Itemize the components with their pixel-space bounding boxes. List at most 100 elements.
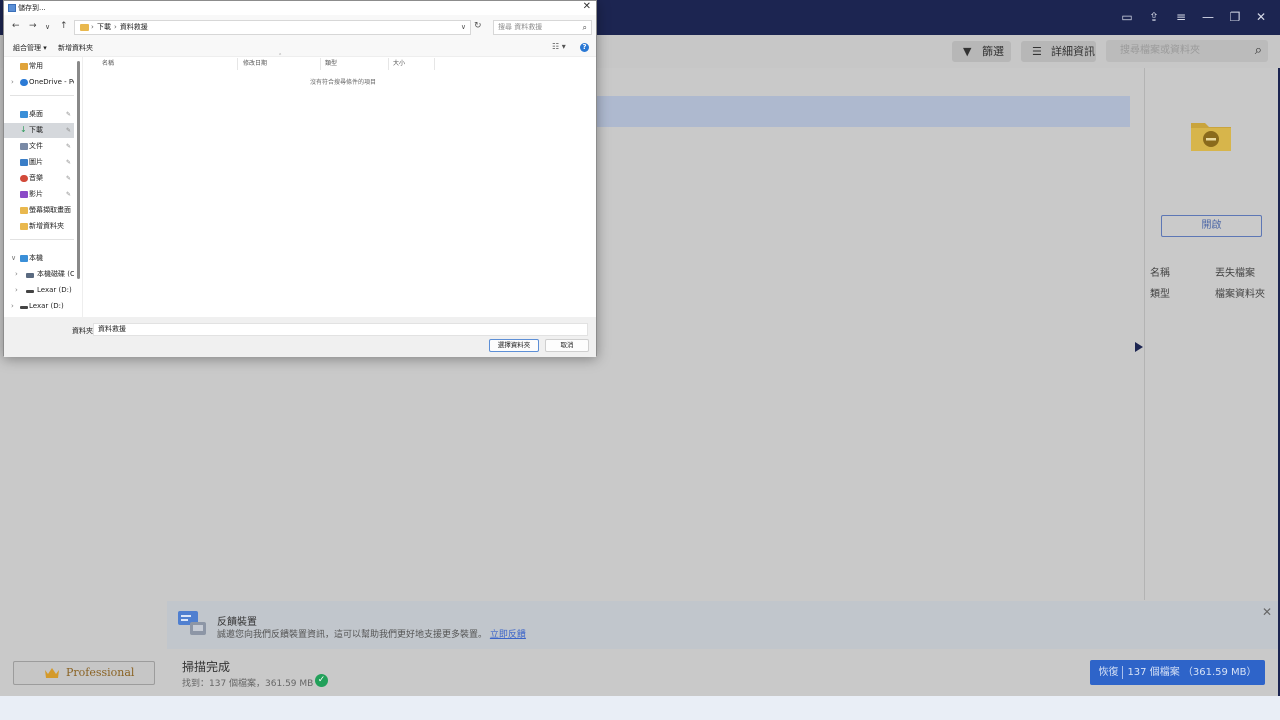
nav-item-label: 新增資料夾	[29, 222, 64, 230]
filter-button[interactable]: ▼ 篩選	[952, 41, 1011, 62]
nav-item-documents[interactable]: 文件 ✎	[4, 139, 74, 154]
drive-icon	[26, 273, 34, 278]
professional-button[interactable]: Professional	[13, 661, 155, 685]
view-options-icon[interactable]: ☷ ▾	[552, 42, 566, 51]
back-arrow-icon[interactable]: ←	[12, 21, 20, 31]
breadcrumb-chevron-icon: ›	[91, 23, 94, 31]
cloud-icon	[20, 79, 28, 86]
nav-item-desktop[interactable]: 桌面 ✎	[4, 107, 74, 122]
nav-item-label: Lexar (D:)	[29, 302, 64, 310]
forward-arrow-icon[interactable]: →	[29, 21, 37, 31]
chat-icon[interactable]: ▭	[1119, 9, 1135, 25]
file-search-placeholder: 搜尋檔案或資料夾	[1120, 45, 1200, 56]
recover-button[interactable]: 恢復 137 個檔案 （361.59 MB）	[1090, 660, 1265, 685]
folder-input[interactable]: 資料救援	[93, 323, 588, 336]
new-folder-button[interactable]: 新增資料夾	[58, 43, 93, 53]
drive-icon	[20, 306, 28, 309]
nav-item-pictures[interactable]: 圖片 ✎	[4, 155, 74, 170]
feedback-link[interactable]: 立即反饋	[490, 630, 526, 640]
dialog-close-icon[interactable]: ✕	[583, 1, 591, 12]
close-icon[interactable]: ✕	[1262, 605, 1272, 619]
breadcrumb-current[interactable]: 資料救援	[120, 23, 148, 31]
nav-scrollbar[interactable]	[77, 61, 80, 279]
prop-name-value: 丟失檔案	[1215, 268, 1255, 279]
nav-item-drive-c[interactable]: › 本機磁碟 (C:)	[4, 267, 74, 282]
nav-item-screenshots[interactable]: 螢幕擷取畫面	[4, 203, 74, 218]
pin-icon[interactable]: ✎	[66, 187, 71, 202]
nav-item-label: 文件	[29, 142, 43, 150]
filter-icon: ▼	[963, 45, 972, 58]
nav-item-new-folder[interactable]: 新增資料夾	[4, 219, 74, 234]
selected-row[interactable]	[596, 96, 1130, 127]
nav-item-videos[interactable]: 影片 ✎	[4, 187, 74, 202]
upload-icon[interactable]: ⇪	[1146, 9, 1162, 25]
nav-item-onedrive[interactable]: › OneDrive - Per	[4, 75, 74, 90]
list-icon: ☰	[1032, 45, 1042, 58]
column-header-modified[interactable]: 修改日期	[239, 58, 321, 70]
scan-status-title: 掃描完成	[182, 660, 231, 674]
nav-divider	[10, 239, 74, 240]
dialog-search-placeholder: 搜尋 資料救援	[498, 23, 543, 31]
nav-item-music[interactable]: 音樂 ✎	[4, 171, 74, 186]
search-icon[interactable]: ⌕	[1255, 40, 1262, 62]
pin-icon[interactable]: ✎	[66, 171, 71, 186]
nav-item-this-pc[interactable]: ∨ 本機	[4, 251, 74, 266]
expand-chevron-icon[interactable]: ›	[15, 267, 18, 282]
pin-icon[interactable]: ✎	[66, 155, 71, 170]
column-header-type[interactable]: 類型	[321, 58, 389, 70]
pin-icon[interactable]: ✎	[66, 107, 71, 122]
expand-chevron-icon[interactable]: ›	[15, 283, 18, 298]
feedback-device-icon	[178, 611, 206, 635]
address-dropdown-icon[interactable]: ∨	[461, 21, 466, 34]
nav-item-label: 影片	[29, 190, 43, 198]
picture-icon	[20, 159, 28, 166]
scan-status-detail: 找到：137 個檔案，361.59 MB	[182, 679, 314, 689]
pin-icon[interactable]: ✎	[66, 139, 71, 154]
expand-chevron-icon[interactable]: ›	[11, 299, 14, 314]
nav-item-home[interactable]: 常用	[4, 59, 74, 74]
open-button[interactable]: 開啟	[1161, 215, 1262, 237]
dialog-command-bar: 組合管理 ▾ 新增資料夾 ☷ ▾ ?	[4, 39, 596, 57]
folder-icon	[1191, 123, 1231, 151]
expand-arrow-icon[interactable]	[1135, 342, 1143, 352]
expand-chevron-icon[interactable]: ›	[11, 75, 14, 90]
nav-item-drive-d-root[interactable]: › Lexar (D:)	[4, 299, 74, 314]
history-chevron-icon[interactable]: ∨	[45, 23, 50, 31]
up-arrow-icon[interactable]: ↑	[60, 21, 68, 31]
breadcrumb-root[interactable]: 下載	[97, 23, 111, 31]
computer-icon	[20, 255, 28, 262]
nav-item-drive-d[interactable]: › Lexar (D:)	[4, 283, 74, 298]
details-button[interactable]: ☰ 詳細資訊	[1021, 41, 1096, 62]
nav-item-downloads[interactable]: ↓ 下載 ✎	[4, 123, 74, 138]
restore-icon[interactable]: ❐	[1227, 9, 1243, 25]
organize-menu[interactable]: 組合管理 ▾	[13, 43, 47, 53]
navigation-pane: 常用 › OneDrive - Per 桌面 ✎ ↓ 下載 ✎ 文件 ✎ 圖片 …	[4, 57, 82, 317]
file-search-input[interactable]: 搜尋檔案或資料夾 ⌕	[1106, 40, 1268, 62]
refresh-icon[interactable]: ↻	[474, 21, 482, 31]
crown-icon	[45, 668, 59, 678]
menu-icon[interactable]: ≡	[1173, 9, 1189, 25]
empty-list-message: 沒有符合搜尋條件的項目	[309, 79, 376, 86]
address-bar[interactable]: › 下載 › 資料救援 ∨	[74, 20, 471, 35]
prop-name-key: 名稱	[1150, 268, 1170, 279]
nav-item-label: 常用	[29, 62, 43, 70]
collapse-chevron-icon[interactable]: ∨	[11, 251, 16, 266]
select-folder-button[interactable]: 選擇資料夾	[489, 339, 539, 352]
column-header-name[interactable]: 名稱	[98, 58, 238, 70]
dialog-search-input[interactable]: 搜尋 資料救援 ⌕	[493, 20, 592, 35]
nav-item-label: 本機	[29, 254, 43, 262]
close-icon[interactable]: ✕	[1253, 9, 1269, 25]
minimize-icon[interactable]: —	[1200, 9, 1216, 25]
search-icon[interactable]: ⌕	[583, 21, 587, 34]
feedback-title: 反饋裝置	[217, 617, 257, 628]
column-header-size[interactable]: 大小	[389, 58, 435, 70]
folder-icon	[20, 223, 28, 230]
details-label: 詳細資訊	[1051, 45, 1095, 58]
nav-item-label: 圖片	[29, 158, 43, 166]
dialog-app-icon	[8, 4, 16, 12]
nav-item-label: Lexar (D:)	[37, 286, 72, 294]
pin-icon[interactable]: ✎	[66, 123, 71, 138]
filter-label: 篩選	[982, 45, 1004, 58]
cancel-button[interactable]: 取消	[545, 339, 589, 352]
help-icon[interactable]: ?	[580, 43, 589, 52]
